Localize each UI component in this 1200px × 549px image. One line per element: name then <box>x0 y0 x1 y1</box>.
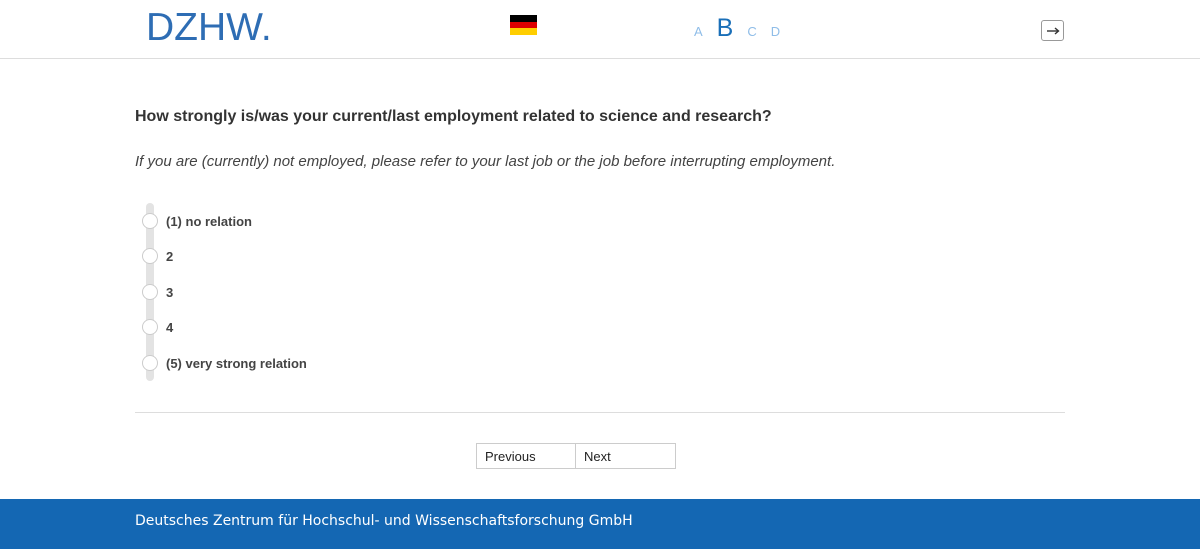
next-button[interactable]: Next <box>576 443 676 469</box>
divider <box>135 412 1065 413</box>
option-label: 3 <box>166 284 174 300</box>
option-label: 2 <box>166 248 174 264</box>
previous-button[interactable]: Previous <box>476 443 576 469</box>
radio-button[interactable] <box>142 319 158 335</box>
dzhw-logo: DZHW. <box>146 8 272 48</box>
exit-button[interactable] <box>1041 20 1064 41</box>
logo-text: DZHW <box>146 6 261 49</box>
stage-indicator: A B C D <box>694 14 794 43</box>
radio-button[interactable] <box>142 213 158 229</box>
stage-d: D <box>770 24 781 39</box>
stage-b-active: B <box>716 14 734 42</box>
stage-a: A <box>694 24 703 39</box>
rating-scale: (1) no relation 2 3 4 (5) very strong re… <box>142 203 642 383</box>
option-label: 4 <box>166 319 174 335</box>
option-3[interactable]: 3 <box>142 282 173 302</box>
footer: Deutsches Zentrum für Hochschul- und Wis… <box>0 499 1200 549</box>
option-label: (1) no relation <box>166 213 252 229</box>
page-navigation: Previous Next <box>476 443 676 469</box>
question-text: How strongly is/was your current/last em… <box>135 108 772 125</box>
radio-button[interactable] <box>142 355 158 371</box>
exit-icon <box>1047 27 1060 35</box>
option-4[interactable]: 4 <box>142 317 173 337</box>
logo-dot: . <box>260 6 272 49</box>
option-2[interactable]: 2 <box>142 246 173 266</box>
header: DZHW. A B C D <box>0 0 1200 59</box>
option-label: (5) very strong relation <box>166 355 307 371</box>
radio-button[interactable] <box>142 284 158 300</box>
stage-c: C <box>747 24 757 39</box>
question-instruction: If you are (currently) not employed, ple… <box>135 153 836 170</box>
german-flag-icon[interactable] <box>510 15 537 36</box>
option-5-very-strong-relation[interactable]: (5) very strong relation <box>142 353 307 373</box>
option-1-no-relation[interactable]: (1) no relation <box>142 211 252 231</box>
footer-text: Deutsches Zentrum für Hochschul- und Wis… <box>135 513 633 529</box>
radio-button[interactable] <box>142 248 158 264</box>
